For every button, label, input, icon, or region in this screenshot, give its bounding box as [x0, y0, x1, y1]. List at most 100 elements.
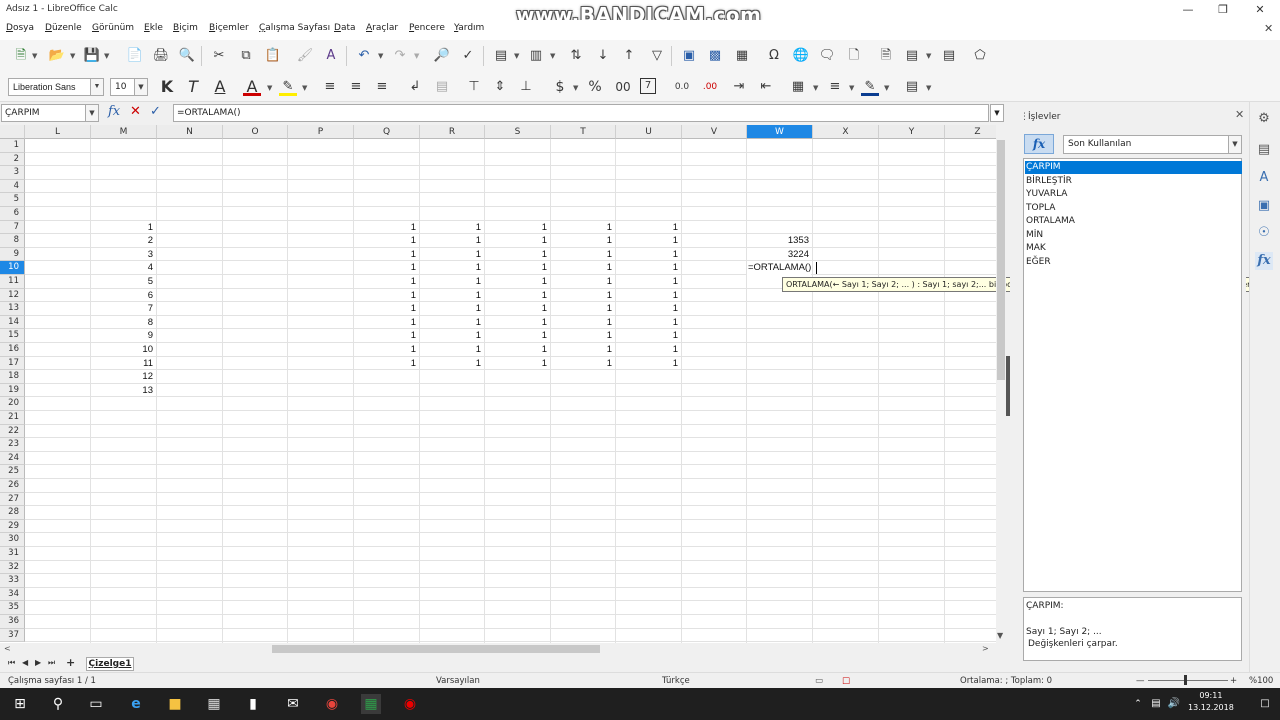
row-header[interactable]: 23: [0, 438, 25, 452]
cancel-icon[interactable]: ✕: [130, 104, 141, 119]
cell-value[interactable]: 1: [551, 330, 612, 343]
maximize-icon[interactable]: ❐: [1213, 2, 1233, 18]
chevron-down-icon[interactable]: ▼: [573, 84, 578, 92]
cell-value[interactable]: 1: [485, 276, 547, 289]
function-list-item[interactable]: YUVARLA: [1025, 188, 1242, 201]
sort-ascending-icon[interactable]: ↓: [594, 47, 612, 65]
align-top-icon[interactable]: ⊤: [465, 78, 483, 96]
number-format-button[interactable]: 00: [612, 78, 634, 96]
menu-edit[interactable]: Düzenle: [45, 23, 82, 33]
row-header[interactable]: 1: [0, 139, 25, 153]
cell-value[interactable]: 3224: [747, 249, 809, 262]
cell-value[interactable]: 1: [551, 303, 612, 316]
cell-value[interactable]: 1: [420, 235, 481, 248]
cell-value[interactable]: 1: [354, 276, 416, 289]
cell-value[interactable]: 1: [485, 290, 547, 303]
column-header[interactable]: P: [288, 125, 354, 139]
zoom-out-icon[interactable]: —: [1136, 676, 1145, 686]
document-modified-icon[interactable]: □: [842, 676, 850, 686]
row-header[interactable]: 19: [0, 383, 25, 398]
cell-value[interactable]: 1: [616, 358, 678, 371]
accept-icon[interactable]: ✓: [150, 104, 161, 119]
row-header[interactable]: 20: [0, 397, 25, 411]
task-view-icon[interactable]: ▭: [86, 694, 106, 714]
column-header[interactable]: Q: [354, 125, 420, 139]
row-header[interactable]: 29: [0, 519, 25, 534]
increase-indent-icon[interactable]: ⇥: [730, 78, 748, 96]
freeze-rows-icon[interactable]: ▤: [903, 47, 921, 65]
expand-formula-icon[interactable]: ▼: [990, 104, 1004, 122]
cell-value[interactable]: 1353: [747, 235, 809, 248]
cell-value[interactable]: 1: [420, 303, 481, 316]
row-header[interactable]: 15: [0, 329, 25, 343]
conditional-format-icon[interactable]: ▤: [903, 78, 921, 96]
row-header[interactable]: 17: [0, 356, 25, 371]
notification-icon[interactable]: □: [1255, 694, 1275, 714]
column-header[interactable]: M: [91, 125, 157, 139]
row-header[interactable]: 31: [0, 547, 25, 561]
cell-value[interactable]: 13: [91, 385, 153, 398]
chevron-down-icon[interactable]: ▼: [134, 79, 147, 95]
sort-descending-icon[interactable]: ↑: [620, 47, 638, 65]
zoom-in-icon[interactable]: +: [1230, 676, 1237, 686]
align-center-icon[interactable]: ≡: [347, 78, 365, 96]
percent-button[interactable]: %: [586, 78, 604, 96]
print-preview-icon[interactable]: 🔍: [178, 47, 196, 65]
clock[interactable]: 09:11 13.12.2018: [1188, 690, 1234, 714]
menu-view[interactable]: Görünüm: [92, 23, 134, 33]
cell-value[interactable]: 1: [485, 317, 547, 330]
cell-value[interactable]: 12: [91, 371, 153, 384]
menu-window[interactable]: Pencere: [409, 23, 445, 33]
cell-value[interactable]: 1: [485, 344, 547, 357]
category-select[interactable]: Son Kullanılan ▼: [1063, 135, 1242, 154]
column-header[interactable]: Z: [945, 125, 996, 139]
print-icon[interactable]: 🖨: [152, 47, 170, 65]
cell-value[interactable]: 1: [551, 222, 612, 235]
cell-value[interactable]: 2: [91, 235, 153, 248]
windows-start-icon[interactable]: ⊞: [10, 694, 30, 714]
function-list-item[interactable]: ORTALAMA: [1025, 215, 1242, 228]
column-header[interactable]: U: [616, 125, 682, 139]
cell-value[interactable]: 3: [91, 249, 153, 262]
select-all-corner[interactable]: [0, 125, 25, 139]
gallery-icon[interactable]: ▣: [1255, 197, 1273, 215]
scroll-left-icon[interactable]: <: [4, 644, 11, 653]
row-header[interactable]: 25: [0, 465, 25, 479]
vertical-scroll-thumb[interactable]: [997, 140, 1005, 380]
chevron-down-icon[interactable]: ▼: [849, 84, 854, 92]
file-explorer-icon[interactable]: ■: [165, 694, 185, 714]
column-header[interactable]: S: [485, 125, 551, 139]
cell-value[interactable]: 1: [485, 303, 547, 316]
chevron-down-icon[interactable]: ▼: [514, 52, 519, 60]
row-header[interactable]: 2: [0, 152, 25, 167]
gear-icon[interactable]: ⚙: [1255, 110, 1273, 128]
menu-tools[interactable]: Araçlar: [366, 23, 398, 33]
cell-value[interactable]: 1: [420, 222, 481, 235]
highlight-color-icon[interactable]: ✎: [279, 78, 297, 96]
cell-value[interactable]: 11: [91, 358, 153, 371]
cell-value[interactable]: 1: [616, 222, 678, 235]
cell-value[interactable]: 1: [354, 344, 416, 357]
split-window-icon[interactable]: ▤: [940, 47, 958, 65]
row-header[interactable]: 10: [0, 261, 25, 275]
last-sheet-icon[interactable]: ⏭: [48, 658, 55, 668]
zoom-slider-handle[interactable]: [1184, 675, 1187, 685]
function-wizard-button[interactable]: fx: [108, 104, 120, 119]
align-left-icon[interactable]: ≡: [321, 78, 339, 96]
chevron-down-icon[interactable]: ▼: [1228, 136, 1241, 153]
header-footer-icon[interactable]: 🗋: [845, 47, 863, 65]
insert-image-icon[interactable]: ▣: [680, 47, 698, 65]
font-color-icon[interactable]: A: [243, 78, 261, 96]
paste-icon[interactable]: 📋: [264, 47, 282, 65]
sheet-tab[interactable]: Çizelge1: [86, 657, 134, 671]
page-style[interactable]: Varsayılan: [436, 676, 480, 686]
row-header[interactable]: 37: [0, 628, 25, 643]
open-folder-icon[interactable]: 📂: [48, 47, 66, 65]
font-size-combobox[interactable]: 10 ▼: [110, 78, 148, 96]
row-header[interactable]: 36: [0, 615, 25, 629]
row-header[interactable]: 13: [0, 302, 25, 316]
first-sheet-icon[interactable]: ⏮: [8, 658, 15, 668]
comment-icon[interactable]: 🗨: [818, 47, 836, 65]
row-header[interactable]: 12: [0, 288, 25, 303]
function-list-item[interactable]: BİRLEŞTİR: [1025, 175, 1242, 188]
